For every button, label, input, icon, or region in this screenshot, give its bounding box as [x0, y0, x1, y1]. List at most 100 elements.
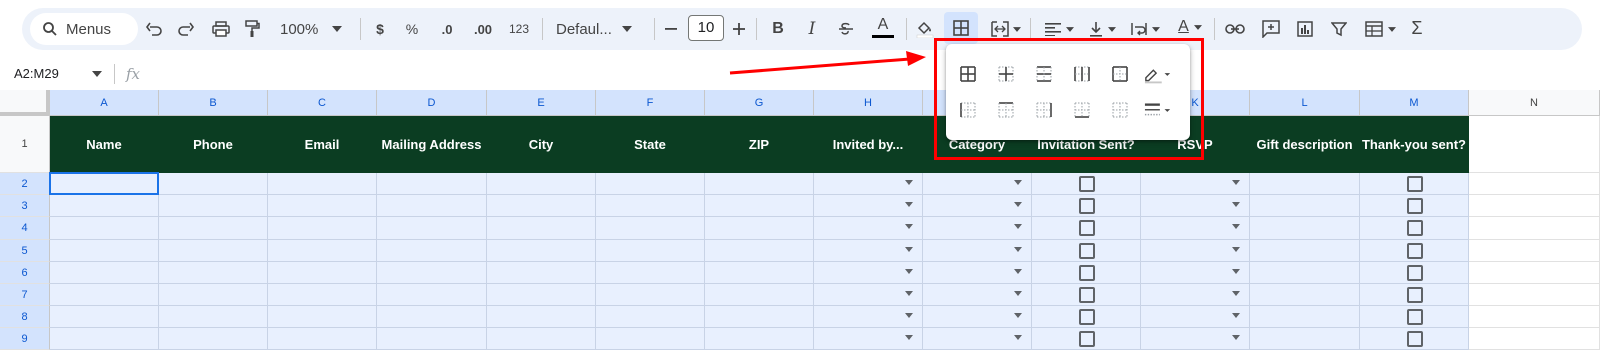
grid-cell[interactable]	[487, 284, 596, 306]
grid-cell[interactable]	[1469, 306, 1600, 328]
header-cell[interactable]: ZIP	[705, 116, 814, 173]
grid-cell[interactable]	[1360, 240, 1469, 262]
header-cell[interactable]: Thank-you sent?	[1360, 116, 1469, 173]
grid-cell[interactable]	[377, 284, 487, 306]
increase-decimal-button[interactable]: .00	[470, 16, 496, 42]
currency-button[interactable]: $	[372, 16, 388, 42]
grid-cell[interactable]	[1250, 195, 1360, 217]
column-header-a[interactable]: A	[50, 90, 159, 116]
grid-cell[interactable]	[1250, 306, 1360, 328]
checkbox[interactable]	[1078, 198, 1095, 214]
grid-cell[interactable]	[1469, 328, 1600, 350]
header-cell[interactable]: City	[487, 116, 596, 173]
header-cell[interactable]: Phone	[159, 116, 268, 173]
grid-cell[interactable]	[50, 284, 159, 306]
grid-cell[interactable]	[268, 217, 377, 240]
header-cell[interactable]: Gift description	[1250, 116, 1360, 173]
grid-cell[interactable]	[1360, 262, 1469, 284]
dropdown-arrow-icon[interactable]	[1014, 313, 1022, 318]
dropdown-arrow-icon[interactable]	[1014, 269, 1022, 274]
grid-cell[interactable]	[705, 240, 814, 262]
grid-cell[interactable]	[814, 328, 923, 350]
column-header-m[interactable]: M	[1360, 90, 1469, 116]
filter-views-button[interactable]	[1360, 16, 1400, 42]
row-header-3[interactable]: 3	[0, 195, 50, 217]
dropdown-arrow-icon[interactable]	[1014, 335, 1022, 340]
grid-cell[interactable]	[50, 217, 159, 240]
number-format-button[interactable]: 123	[506, 16, 532, 42]
checkbox[interactable]	[1406, 287, 1423, 303]
grid-cell[interactable]	[487, 195, 596, 217]
checkbox[interactable]	[1406, 220, 1423, 236]
insert-chart-icon[interactable]	[1294, 16, 1316, 42]
row-header-5[interactable]: 5	[0, 240, 50, 262]
header-cell[interactable]: Invited by...	[814, 116, 923, 173]
dropdown-arrow-icon[interactable]	[1232, 180, 1240, 185]
grid-cell[interactable]	[1141, 284, 1250, 306]
grid-cell[interactable]	[268, 240, 377, 262]
grid-cell[interactable]	[1469, 173, 1600, 195]
dropdown-arrow-icon[interactable]	[905, 291, 913, 296]
grid-cell[interactable]	[159, 173, 268, 195]
row-header-1[interactable]: 1	[0, 116, 50, 173]
checkbox[interactable]	[1078, 176, 1095, 192]
grid-cell[interactable]	[268, 195, 377, 217]
menus-search[interactable]: Menus	[30, 13, 138, 45]
column-header-d[interactable]: D	[377, 90, 487, 116]
grid-cell[interactable]	[1032, 328, 1141, 350]
dropdown-arrow-icon[interactable]	[1232, 224, 1240, 229]
grid-cell[interactable]	[159, 284, 268, 306]
dropdown-arrow-icon[interactable]	[1232, 247, 1240, 252]
redo-icon[interactable]	[176, 16, 196, 42]
grid-cell[interactable]	[487, 262, 596, 284]
checkbox[interactable]	[1078, 243, 1095, 259]
grid-cell[interactable]	[50, 306, 159, 328]
grid-cell[interactable]	[1469, 195, 1600, 217]
row-header-2[interactable]: 2	[0, 173, 50, 195]
row-header-8[interactable]: 8	[0, 306, 50, 328]
grid-cell[interactable]	[923, 262, 1032, 284]
formula-input[interactable]	[150, 62, 1590, 86]
grid-cell[interactable]	[1250, 284, 1360, 306]
checkbox[interactable]	[1078, 287, 1095, 303]
dropdown-arrow-icon[interactable]	[905, 313, 913, 318]
grid-cell[interactable]	[596, 173, 705, 195]
column-header-b[interactable]: B	[159, 90, 268, 116]
functions-button[interactable]: Σ	[1408, 15, 1426, 41]
grid-cell[interactable]	[50, 262, 159, 284]
text-rotation-button[interactable]: A	[1172, 14, 1208, 40]
grid-cell[interactable]	[1360, 195, 1469, 217]
dropdown-arrow-icon[interactable]	[1232, 335, 1240, 340]
grid-cell[interactable]	[487, 217, 596, 240]
dropdown-arrow-icon[interactable]	[905, 269, 913, 274]
checkbox[interactable]	[1078, 331, 1095, 347]
grid-cell[interactable]	[705, 284, 814, 306]
grid-cell[interactable]	[1469, 217, 1600, 240]
grid-cell[interactable]	[268, 306, 377, 328]
row-header-7[interactable]: 7	[0, 284, 50, 306]
grid-cell[interactable]	[1141, 306, 1250, 328]
grid-cell[interactable]	[1032, 195, 1141, 217]
dropdown-arrow-icon[interactable]	[1014, 224, 1022, 229]
column-header-h[interactable]: H	[814, 90, 923, 116]
checkbox[interactable]	[1078, 220, 1095, 236]
row-header-6[interactable]: 6	[0, 262, 50, 284]
header-cell[interactable]: State	[596, 116, 705, 173]
grid-cell[interactable]	[1250, 240, 1360, 262]
checkbox[interactable]	[1078, 309, 1095, 325]
grid-cell[interactable]	[1250, 173, 1360, 195]
grid-cell[interactable]	[596, 240, 705, 262]
grid-cell[interactable]	[1250, 217, 1360, 240]
grid-cell[interactable]	[487, 240, 596, 262]
grid-cell[interactable]	[814, 240, 923, 262]
grid-cell[interactable]	[1032, 173, 1141, 195]
grid-cell[interactable]	[159, 195, 268, 217]
dropdown-arrow-icon[interactable]	[905, 335, 913, 340]
header-cell[interactable]: Mailing Address	[377, 116, 487, 173]
column-header-c[interactable]: C	[268, 90, 377, 116]
header-cell[interactable]: Email	[268, 116, 377, 173]
font-family-select[interactable]: Defaul...	[556, 16, 646, 42]
increase-font-size-icon[interactable]	[732, 16, 746, 42]
grid-cell[interactable]	[159, 306, 268, 328]
grid-cell[interactable]	[487, 328, 596, 350]
